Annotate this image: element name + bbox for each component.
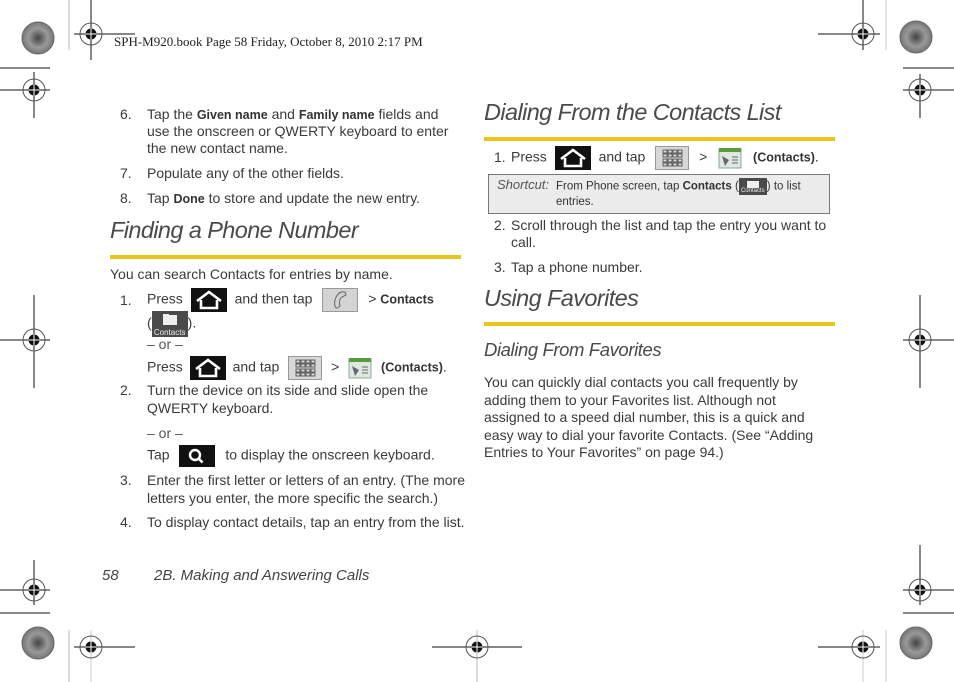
done-label: Done — [173, 192, 205, 206]
contacts-icon: Contacts — [151, 311, 188, 337]
star-target-mark — [21, 21, 55, 55]
section-rule — [110, 255, 461, 259]
or-separator: – or – — [147, 336, 183, 352]
star-target-mark — [21, 626, 55, 660]
shortcut-label: Shortcut: — [497, 177, 550, 192]
contacts-icon: Contacts — [738, 178, 767, 195]
phone-app-icon — [322, 288, 359, 312]
shortcut-note: Shortcut: From Phone screen, tap Contact… — [488, 174, 830, 214]
home-key-icon — [189, 356, 226, 380]
chapter-title: 2B. Making and Answering Calls — [154, 567, 370, 584]
right-column: Dialing From the Contacts List 1. Press … — [484, 0, 836, 682]
star-target-mark — [899, 626, 933, 660]
contacts-label: (Contacts) — [381, 360, 443, 375]
given-name-label: Given name — [196, 108, 268, 122]
or-separator: – or – — [147, 425, 183, 441]
family-name-label: Family name — [298, 108, 375, 122]
intro-text: You can search Contacts for entries by n… — [110, 266, 393, 282]
star-target-mark — [899, 20, 933, 54]
section-title-dialing-contacts: Dialing From the Contacts List — [484, 99, 781, 125]
page-number: 58 — [102, 567, 119, 584]
contacts-label: (Contacts) — [753, 150, 815, 165]
section-rule — [484, 137, 835, 141]
search-key-icon — [179, 445, 216, 467]
contacts-label: Contacts — [380, 292, 434, 307]
applications-grid-icon — [655, 146, 690, 170]
home-key-icon — [554, 146, 591, 170]
contacts-app-icon — [347, 356, 373, 380]
contacts-app-icon — [717, 146, 743, 170]
section-title-finding: Finding a Phone Number — [110, 217, 359, 243]
applications-grid-icon — [288, 356, 323, 380]
home-key-icon — [190, 288, 227, 312]
contacts-label: Contacts — [682, 180, 732, 193]
